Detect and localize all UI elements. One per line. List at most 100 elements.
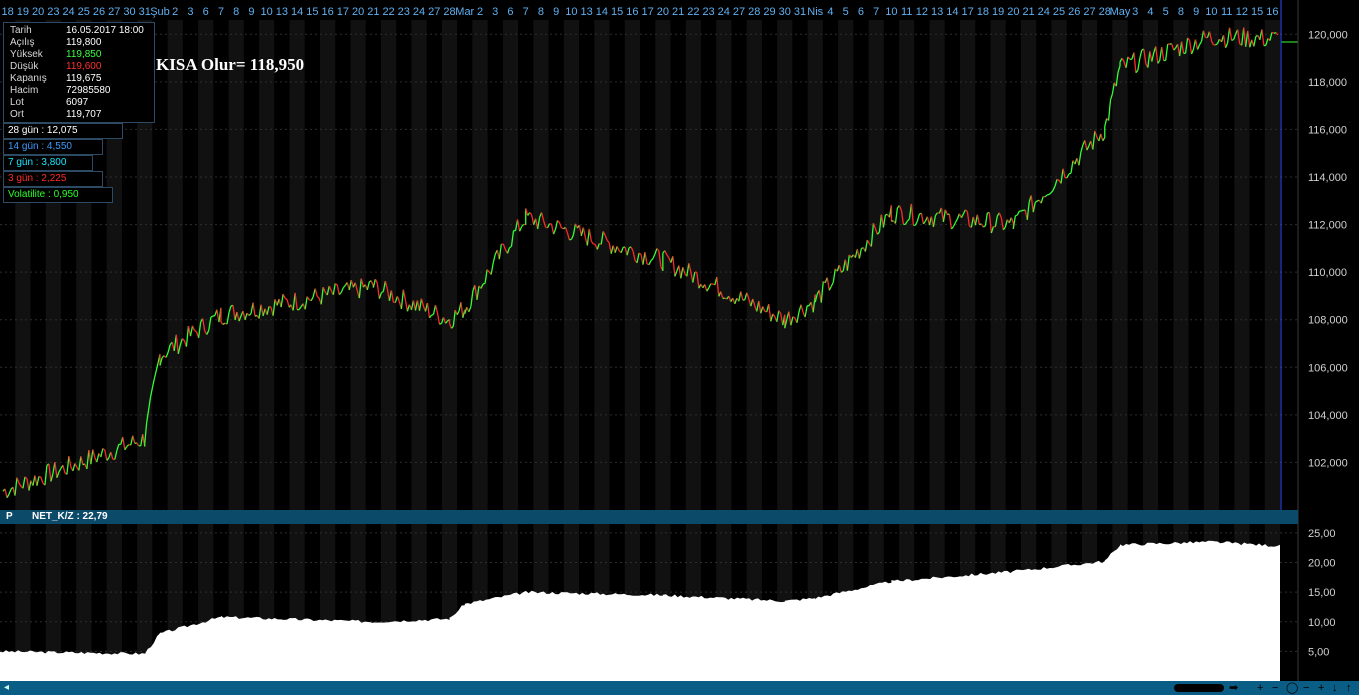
date-tick-label: 20 [32, 6, 44, 18]
indicator-box[interactable]: 3 gün : 2,225 [3, 171, 103, 187]
day-band [1173, 20, 1189, 510]
day-band [228, 20, 244, 510]
day-band [167, 20, 183, 510]
date-tick-label: 14 [946, 6, 958, 18]
date-tick-label: 16 [626, 6, 638, 18]
date-tick-label: 21 [1022, 6, 1034, 18]
info-label: Açılış [10, 37, 35, 48]
price-segment [1068, 172, 1072, 175]
zoom-in-icon[interactable]: + [1257, 681, 1263, 695]
lower-panel-bar: P NET_K/Z : 22,79 [0, 510, 1298, 524]
date-tick-label: 24 [718, 6, 730, 18]
date-tick-label: 18 [1, 6, 13, 18]
date-tick-label: 19 [17, 6, 29, 18]
day-band [899, 20, 915, 510]
price-chart[interactable]: 18 19 20 23 24 25 26 27 30 31 Şub 2 3 6 7 8 9 10 13 14 15 16 1… [0, 0, 1359, 695]
date-tick-label: 22 [382, 6, 394, 18]
date-tick-label: May [1110, 6, 1131, 18]
date-tick-label: 10 [885, 6, 897, 18]
date-tick-label: 31 [794, 6, 806, 18]
price-tick-label: 118,000 [1308, 77, 1347, 89]
day-band [1020, 20, 1037, 510]
day-band [198, 20, 214, 510]
date-tick-label: 23 [47, 6, 59, 18]
date-tick-label: 31 [139, 6, 151, 18]
date-tick-label: 23 [702, 6, 714, 18]
date-tick-label: 28 [443, 6, 455, 18]
date-tick-label: 27 [733, 6, 745, 18]
date-tick-label: 27 [108, 6, 120, 18]
date-tick-label: 3 [1132, 6, 1138, 18]
date-tick-label: 9 [553, 6, 559, 18]
info-row: Düşük 119,600 [10, 61, 101, 73]
scroll-right-icon[interactable]: ➡ [1229, 681, 1238, 695]
zoom-plus-icon[interactable]: + [1318, 681, 1324, 695]
pan-up-icon[interactable]: ↑ [1346, 681, 1352, 695]
date-tick-label: 9 [248, 6, 254, 18]
price-segment [212, 314, 216, 317]
info-value: 6097 [66, 97, 89, 108]
date-tick-label: 22 [687, 6, 699, 18]
day-band [563, 20, 580, 510]
date-tick-label: 17 [961, 6, 973, 18]
info-row: Lot 6097 [10, 97, 88, 109]
date-tick-label: 20 [352, 6, 364, 18]
zoom-reset-icon[interactable]: ◯ [1286, 681, 1298, 695]
date-tick-label: 16 [1266, 6, 1278, 18]
scroll-thumb[interactable] [1174, 684, 1224, 692]
price-segment [439, 322, 442, 325]
date-tick-label: 30 [123, 6, 135, 18]
date-tick-label: 17 [641, 6, 653, 18]
price-tick-label: 102,000 [1308, 457, 1348, 469]
date-tick-label: 6 [203, 6, 209, 18]
date-tick-label: 13 [581, 6, 593, 18]
info-value: 119,707 [66, 109, 102, 120]
date-tick-label: 10 [1205, 6, 1217, 18]
info-label: Tarih [10, 25, 32, 36]
price-segment [1231, 38, 1234, 42]
date-tick-label: 7 [218, 6, 224, 18]
day-band [1112, 20, 1128, 510]
date-tick-label: 13 [276, 6, 288, 18]
date-tick-label: 27 [1083, 6, 1095, 18]
panel-title: NET_K/Z : 22,79 [32, 511, 108, 522]
lower-tick-label: 15,00 [1308, 587, 1336, 599]
pan-down-icon[interactable]: ↓ [1332, 681, 1338, 695]
date-tick-label: 2 [172, 6, 178, 18]
date-tick-label: 11 [901, 6, 912, 18]
info-row: Ort 119,707 [10, 109, 101, 121]
info-value: 72985580 [66, 85, 111, 96]
day-band [1142, 20, 1159, 510]
indicator-box[interactable]: 28 gün : 12,075 [3, 123, 123, 139]
kisa-annotation: KISA Olur= 118,950 [156, 55, 305, 74]
date-tick-label: 25 [78, 6, 90, 18]
date-tick-label: 21 [672, 6, 684, 18]
info-value: 16.05.2017 18:00 [66, 25, 144, 36]
price-segment [1271, 31, 1275, 34]
day-band [1051, 20, 1067, 510]
scroll-left-icon[interactable]: ◂ [4, 681, 9, 695]
lower-tick-label: 5,00 [1308, 646, 1329, 658]
horizontal-scrollbar[interactable]: ◂ ➡ + − ◯ − + ↓ ↑ [0, 681, 1359, 695]
day-band [380, 20, 397, 510]
date-tick-label: 15 [1251, 6, 1263, 18]
date-tick-label: 7 [873, 6, 879, 18]
info-label: Hacim [10, 85, 39, 96]
price-tick-label: 114,000 [1308, 172, 1347, 184]
date-tick-label: 14 [291, 6, 303, 18]
zoom-minus-icon[interactable]: − [1303, 681, 1309, 695]
indicator-box[interactable]: 14 gün : 4,550 [3, 139, 103, 155]
date-tick-label: 20 [1007, 6, 1019, 18]
date-tick-label: 12 [1236, 6, 1248, 18]
day-band [441, 20, 458, 510]
zoom-out-icon[interactable]: − [1272, 681, 1278, 695]
date-tick-label: 21 [367, 6, 379, 18]
date-tick-label: 6 [507, 6, 513, 18]
price-segment [569, 238, 572, 241]
day-band [259, 20, 275, 510]
indicator-box[interactable]: 7 gün : 3,800 [3, 155, 93, 171]
price-segment [431, 313, 434, 316]
date-tick-label: 29 [763, 6, 775, 18]
panel-letter[interactable]: P [6, 510, 13, 524]
indicator-box[interactable]: Volatilite : 0,950 [3, 187, 113, 203]
